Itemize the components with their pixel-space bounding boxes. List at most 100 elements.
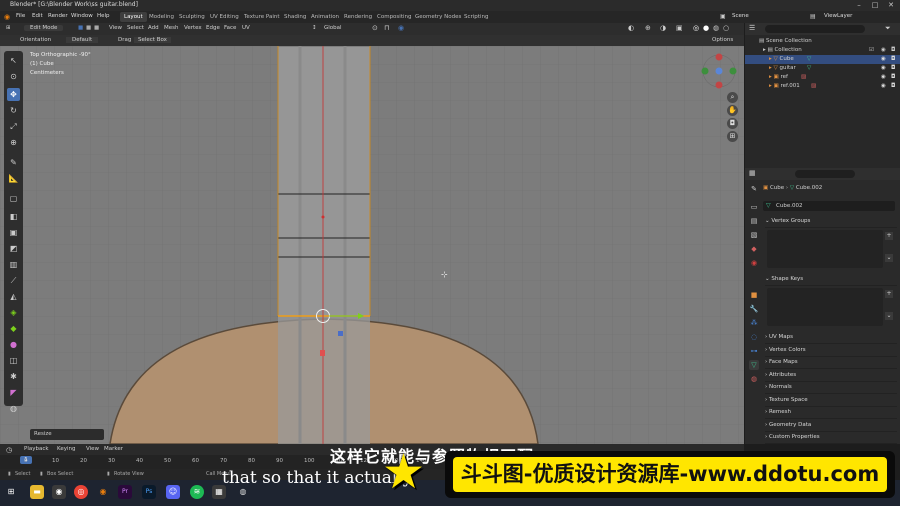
menu-playback[interactable]: Playback — [24, 446, 49, 452]
eye-icon[interactable]: ◉ — [881, 64, 886, 73]
face-select-icon[interactable]: ■ — [94, 25, 99, 31]
collection-row[interactable]: ▸ ▤ Collection ☑ ◉ ◘ — [745, 46, 900, 55]
mesh-name-field[interactable]: ▽ Cube.002 — [763, 201, 895, 211]
mode-dropdown[interactable]: Edit Mode — [24, 25, 64, 31]
edge-slide-icon[interactable]: ● — [7, 338, 20, 351]
measure-tool-icon[interactable]: 📐 — [7, 172, 20, 185]
particles-tab-icon[interactable]: ⁂ — [749, 318, 759, 328]
camera-render-icon[interactable]: ◘ — [891, 64, 895, 73]
object-tab-icon[interactable]: ■ — [749, 290, 759, 300]
section-face-maps[interactable]: › Face Maps — [765, 357, 897, 369]
mesh-data-tab-icon[interactable]: ▽ — [749, 360, 759, 370]
section-vertex-colors[interactable]: › Vertex Colors — [765, 345, 897, 357]
add-cube-icon[interactable]: ▢ — [7, 192, 20, 205]
outliner-search-input[interactable] — [765, 25, 865, 33]
tab-scripting[interactable]: Scripting — [460, 12, 492, 22]
pan-hand-icon[interactable]: ✋ — [727, 105, 738, 116]
menu-file[interactable]: File — [16, 13, 25, 19]
menu-uv[interactable]: UV — [242, 25, 250, 31]
extrude-tool-icon[interactable]: ◧ — [7, 210, 20, 223]
premiere-icon[interactable]: Pr — [118, 485, 132, 499]
ortho-grid-icon[interactable]: ⊞ — [727, 131, 738, 142]
add-icon[interactable]: + — [885, 290, 893, 298]
menu-mesh[interactable]: Mesh — [164, 25, 178, 31]
proportional-edit-icon[interactable]: ◉ — [398, 24, 404, 32]
section-texture-space[interactable]: › Texture Space — [765, 395, 897, 407]
shape-keys-list[interactable] — [767, 288, 883, 326]
inset-tool-icon[interactable]: ▣ — [7, 226, 20, 239]
filter-icon[interactable]: ⏷ — [885, 24, 891, 33]
blender-taskbar-icon[interactable]: ◉ — [96, 485, 110, 499]
eye-icon[interactable]: ◉ — [881, 82, 886, 91]
maximize-button[interactable]: □ — [868, 0, 882, 10]
camera-render-icon[interactable]: ◘ — [891, 82, 895, 91]
timeline-editor-icon[interactable]: ◷ — [6, 446, 12, 454]
move-tool-icon[interactable]: ✥ — [7, 88, 20, 101]
camera-icon[interactable]: ◘ — [727, 118, 738, 129]
camera-render-icon[interactable]: ◘ — [891, 55, 895, 64]
camera-render-icon[interactable]: ◘ — [891, 73, 895, 82]
modifier-tab-icon[interactable]: 🔧 — [749, 304, 759, 314]
eye-icon[interactable]: ◉ — [881, 73, 886, 82]
shading-rendered-icon[interactable]: ○ — [723, 24, 729, 32]
section-geometry-data[interactable]: › Geometry Data — [765, 420, 897, 432]
menu-render[interactable]: Render — [48, 13, 68, 19]
smooth-tool-icon[interactable]: ◆ — [7, 322, 20, 335]
rotate-tool-icon[interactable]: ↻ — [7, 104, 20, 117]
world-tab-icon[interactable]: ◉ — [749, 258, 759, 268]
knife-tool-icon[interactable]: ⟋ — [7, 274, 20, 287]
spotify-icon[interactable]: ≋ — [190, 485, 204, 499]
camera-render-icon[interactable]: ◘ — [891, 46, 895, 55]
options-dropdown[interactable]: Options — [712, 37, 733, 43]
constraints-tab-icon[interactable]: ⊶ — [749, 346, 759, 356]
bevel-tool-icon[interactable]: ◩ — [7, 242, 20, 255]
menu-marker[interactable]: Marker — [104, 446, 123, 452]
outliner-item-ref001[interactable]: ▸ ▣ ref.001 ▨ ◉ ◘ — [745, 82, 900, 91]
eye-icon[interactable]: ◉ — [881, 55, 886, 64]
render-tab-icon[interactable]: ▭ — [749, 202, 759, 212]
spin-tool-icon[interactable]: ◈ — [7, 306, 20, 319]
gizmo-y-handle[interactable] — [320, 350, 325, 356]
loop-cut-icon[interactable]: ▥ — [7, 258, 20, 271]
blender-logo-icon[interactable]: ◉ — [4, 13, 10, 21]
pivot-icon[interactable]: ⊙ — [372, 24, 378, 32]
section-remesh[interactable]: › Remesh — [765, 407, 897, 419]
outliner-item-ref[interactable]: ▸ ▣ ref ▨ ◉ ◘ — [745, 73, 900, 82]
material-tab-icon[interactable]: ◍ — [749, 374, 759, 384]
outliner-item-cube[interactable]: ▸ ▽ Cube ▽ ◉ ◘ — [745, 55, 900, 64]
visibility-icon[interactable]: ◐ — [628, 24, 634, 32]
chevron-down-icon[interactable]: ⌄ — [885, 312, 893, 320]
physics-tab-icon[interactable]: ◌ — [749, 332, 759, 342]
orientation-dropdown[interactable]: Default — [66, 37, 99, 43]
tab-texture-paint[interactable]: Texture Paint — [240, 12, 284, 22]
outliner-item-guitar[interactable]: ▸ ▽ guitar ▽ ◉ ◘ — [745, 64, 900, 73]
overlay-icon[interactable]: ◑ — [660, 24, 666, 32]
last-operator-panel[interactable]: Resize — [30, 429, 104, 440]
snap-icon[interactable]: ⊓ — [384, 24, 389, 32]
close-button[interactable]: ✕ — [884, 0, 898, 10]
menu-help[interactable]: Help — [97, 13, 110, 19]
menu-vertex[interactable]: Vertex — [184, 25, 202, 31]
gizmo-icon[interactable]: ⊕ — [645, 24, 651, 32]
add-icon[interactable]: + — [885, 232, 893, 240]
view-layer-tab-icon[interactable]: ▧ — [749, 230, 759, 240]
menu-add[interactable]: Add — [148, 25, 159, 31]
windows-start-icon[interactable]: ⊞ — [4, 485, 18, 499]
section-shape-keys[interactable]: ⌄ Shape Keys — [765, 274, 897, 286]
cursor-tool-icon[interactable]: ⊙ — [7, 70, 20, 83]
menu-edge[interactable]: Edge — [206, 25, 220, 31]
file-explorer-icon[interactable]: ▬ — [30, 485, 44, 499]
chrome-browser-icon[interactable]: ◎ — [74, 485, 88, 499]
shear-tool-icon[interactable]: ✱ — [7, 370, 20, 383]
menu-view[interactable]: View — [109, 25, 122, 31]
annotate-tool-icon[interactable]: ✎ — [7, 156, 20, 169]
view-layer-name[interactable]: ViewLayer — [824, 13, 852, 19]
transform-tool-icon[interactable]: ⊕ — [7, 136, 20, 149]
chevron-down-icon[interactable]: ⌄ — [885, 254, 893, 262]
properties-editor-icon[interactable]: ▦ — [749, 169, 756, 177]
output-tab-icon[interactable]: ▤ — [749, 216, 759, 226]
xray-icon[interactable]: ▣ — [676, 24, 683, 32]
properties-search-input[interactable] — [795, 170, 855, 178]
menu-edit[interactable]: Edit — [32, 13, 43, 19]
select-cursor-icon[interactable]: ↖ — [7, 54, 20, 67]
